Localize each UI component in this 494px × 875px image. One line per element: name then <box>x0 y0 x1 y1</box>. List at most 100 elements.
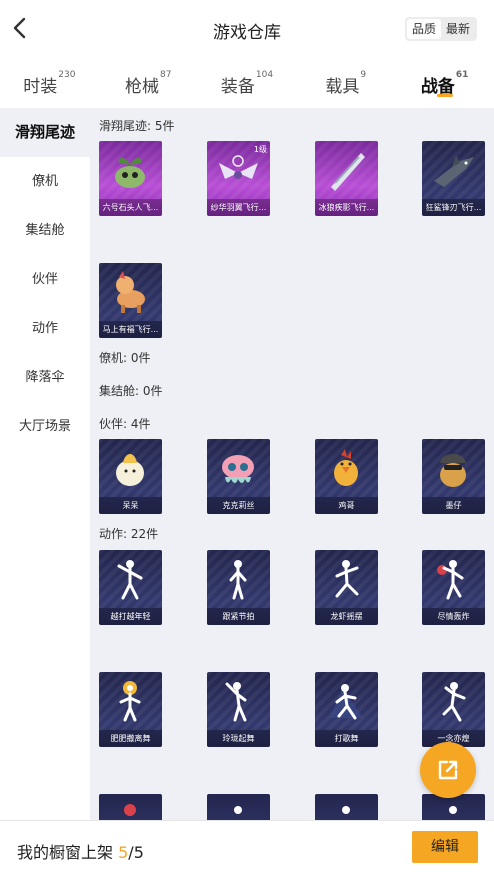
chick-partner-icon <box>116 454 144 486</box>
warehouse-screen: 游戏仓库 品质 最新 时装230 枪械87 装备104 载具9 战备61 滑翔尾… <box>0 0 494 875</box>
section-header-wingman: 僚机: 0件 <box>99 351 151 365</box>
tab-label: 枪械 <box>124 77 159 97</box>
lucky-horse-icon <box>116 271 145 313</box>
shark-icon <box>434 155 474 187</box>
item-card[interactable]: 1级 纱华羽翼飞行... <box>207 141 270 216</box>
showcase-total: /5 <box>128 843 144 862</box>
showcase-bar: 我的橱窗上架 5/5 编辑 <box>0 820 494 875</box>
dancer-icon <box>225 682 247 722</box>
header: 游戏仓库 品质 最新 <box>0 0 494 58</box>
sort-by-quality[interactable]: 品质 <box>407 19 441 39</box>
item-name: 打歌舞 <box>315 730 378 747</box>
dancer-icon <box>437 560 464 600</box>
tab-battle-gear[interactable]: 战备61 <box>395 58 494 108</box>
chicken-partner-icon <box>334 449 358 486</box>
item-card[interactable]: 六号石头人飞... <box>99 141 162 216</box>
item-name: 狂鲨锋刃飞行... <box>422 199 485 216</box>
item-card[interactable]: 冰狼疾影飞行... <box>315 141 378 216</box>
wings-icon <box>219 155 258 179</box>
item-card[interactable] <box>422 794 485 820</box>
tab-label: 时装 <box>23 77 58 97</box>
showcase-current: 5 <box>118 843 129 862</box>
dancer-icon <box>124 804 136 816</box>
item-card[interactable]: 克克莉丝 <box>207 439 270 514</box>
item-card[interactable] <box>207 794 270 820</box>
tab-count: 104 <box>255 70 274 80</box>
item-card[interactable]: 肥肥撒离舞 <box>99 672 162 747</box>
item-name: 龙虾摇摆 <box>315 608 378 625</box>
showcase-status: 我的橱窗上架 5/5 <box>17 839 144 863</box>
item-name: 六号石头人飞... <box>99 199 162 216</box>
item-name: 鸡哥 <box>315 497 378 514</box>
section-header-trails: 滑翔尾迹: 5件 <box>99 119 175 133</box>
share-button[interactable] <box>420 742 476 798</box>
dancer-icon <box>342 806 350 814</box>
sidebar: 滑翔尾迹 僚机 集结舱 伙伴 动作 降落伞 大厅场景 <box>0 108 90 820</box>
item-name: 越打越年轻 <box>99 608 162 625</box>
item-card[interactable]: 尽情轰炸 <box>422 550 485 625</box>
item-name: 冰狼疾影飞行... <box>315 199 378 216</box>
soldier-partner-icon <box>440 454 466 487</box>
section-header-rally-pod: 集结舱: 0件 <box>99 384 163 398</box>
sidebar-item-parachute[interactable]: 降落伞 <box>0 353 90 402</box>
sidebar-item-emote[interactable]: 动作 <box>0 304 90 353</box>
item-grid: 滑翔尾迹: 5件 六号石头人飞... 1级 纱华羽翼飞行... 冰狼疾影飞行..… <box>90 108 494 820</box>
item-card[interactable]: 玲珑起舞 <box>207 672 270 747</box>
tab-count: 9 <box>360 70 367 80</box>
tab-weapons[interactable]: 枪械87 <box>99 58 198 108</box>
item-card[interactable]: 打歌舞 <box>315 672 378 747</box>
dancer-icon <box>117 560 143 600</box>
item-card[interactable]: 狂鲨锋刃飞行... <box>422 141 485 216</box>
stone-creature-icon <box>115 158 145 188</box>
tab-count: 230 <box>58 70 76 80</box>
item-card[interactable] <box>315 794 378 820</box>
item-name: 肥肥撒离舞 <box>99 730 162 747</box>
sidebar-item-glide-trail[interactable]: 滑翔尾迹 <box>0 108 90 157</box>
sidebar-item-wingman[interactable]: 僚机 <box>0 157 90 206</box>
tab-outfits[interactable]: 时装230 <box>0 58 99 108</box>
sort-by-newest[interactable]: 最新 <box>441 19 475 39</box>
section-header-emotes: 动作: 22件 <box>99 527 159 541</box>
section-header-partners: 伙伴: 4件 <box>99 417 151 431</box>
item-card[interactable]: 墨仔 <box>422 439 485 514</box>
item-name: 克克莉丝 <box>207 497 270 514</box>
sidebar-item-partner[interactable]: 伙伴 <box>0 255 90 304</box>
dancer-icon <box>234 806 242 814</box>
active-tab-indicator <box>436 94 453 97</box>
sidebar-item-lobby-scene[interactable]: 大厅场景 <box>0 402 90 451</box>
dancer-icon <box>229 560 247 600</box>
item-name: 马上有福飞行... <box>99 321 162 338</box>
item-name: 纱华羽翼飞行... <box>207 199 270 216</box>
item-card[interactable] <box>99 794 162 820</box>
item-card[interactable]: 马上有福飞行... <box>99 263 162 338</box>
item-name: 呆呆 <box>99 497 162 514</box>
edit-button[interactable]: 编辑 <box>412 831 478 863</box>
item-card[interactable]: 鸡哥 <box>315 439 378 514</box>
external-link-icon <box>438 760 458 780</box>
item-card[interactable]: 龙虾摇摆 <box>315 550 378 625</box>
item-card[interactable]: 呆呆 <box>99 439 162 514</box>
item-name: 尽情轰炸 <box>422 608 485 625</box>
octopus-partner-icon <box>222 455 254 483</box>
showcase-label: 我的橱窗上架 <box>17 843 114 862</box>
tab-label: 装备 <box>220 77 255 97</box>
item-name: 玲珑起舞 <box>207 730 270 747</box>
item-card[interactable]: 一念亦煌 <box>422 672 485 747</box>
tab-equipment[interactable]: 装备104 <box>198 58 297 108</box>
dancer-icon <box>119 681 141 722</box>
dancer-icon <box>449 806 457 814</box>
category-tabs: 时装230 枪械87 装备104 载具9 战备61 <box>0 58 494 108</box>
sidebar-item-rally-pod[interactable]: 集结舱 <box>0 206 90 255</box>
item-name: 墨仔 <box>422 497 485 514</box>
item-card[interactable]: 越打越年轻 <box>99 550 162 625</box>
dancer-icon <box>329 684 363 720</box>
sort-toggle: 品质 最新 <box>405 17 477 41</box>
item-name: 跟紧节拍 <box>207 608 270 625</box>
item-card[interactable]: 跟紧节拍 <box>207 550 270 625</box>
dancer-icon <box>335 560 359 598</box>
dancer-icon <box>442 682 466 722</box>
tab-vehicles[interactable]: 载具9 <box>296 58 395 108</box>
tab-count: 61 <box>455 70 469 80</box>
tab-count: 87 <box>159 70 172 80</box>
ice-blade-icon <box>331 153 365 191</box>
